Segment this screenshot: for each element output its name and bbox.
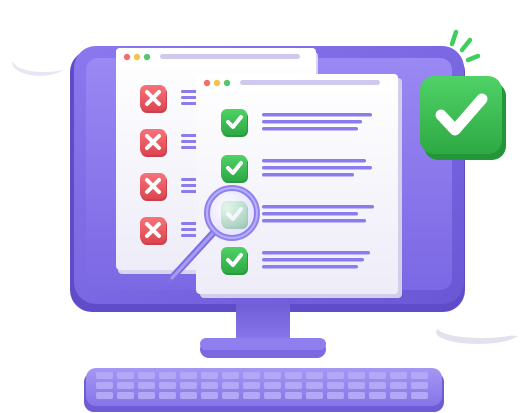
keyboard-key xyxy=(243,382,260,389)
keyboard-key xyxy=(138,372,155,379)
keyboard-key xyxy=(390,382,407,389)
keyboard-key xyxy=(327,392,344,399)
keyboard-key xyxy=(306,372,323,379)
window-dot-yellow xyxy=(213,79,221,87)
keyboard-key xyxy=(180,392,197,399)
keyboard xyxy=(84,368,444,412)
keyboard-key xyxy=(411,372,428,379)
window-dot-green xyxy=(223,79,231,87)
text-line xyxy=(262,219,366,223)
keyboard-key xyxy=(117,382,134,389)
keyboard-key xyxy=(369,372,386,379)
keyboard-key xyxy=(306,392,323,399)
text-line xyxy=(262,212,358,216)
keyboard-key xyxy=(159,382,176,389)
text-line xyxy=(181,90,197,93)
keyboard-key xyxy=(369,382,386,389)
text-line xyxy=(181,222,197,225)
keyboard-key xyxy=(411,392,428,399)
text-line xyxy=(262,127,358,131)
text-line xyxy=(181,190,197,193)
illustration-svg xyxy=(10,26,526,412)
text-line xyxy=(181,228,197,231)
text-line xyxy=(262,166,372,170)
keyboard-key xyxy=(411,382,428,389)
keyboard-key xyxy=(264,392,281,399)
keyboard-key xyxy=(390,392,407,399)
keyboard-key xyxy=(96,392,113,399)
keyboard-key xyxy=(285,392,302,399)
window-dot-green xyxy=(143,53,151,61)
monitor-stand xyxy=(200,304,326,358)
keyboard-key xyxy=(243,372,260,379)
keyboard-key xyxy=(306,382,323,389)
keyboard-key xyxy=(201,372,218,379)
text-line xyxy=(262,205,374,209)
window-dot-red xyxy=(203,79,211,87)
window-dot-red xyxy=(123,53,131,61)
keyboard-key xyxy=(117,372,134,379)
keyboard-key xyxy=(96,372,113,379)
keyboard-key xyxy=(264,382,281,389)
keyboard-key xyxy=(222,372,239,379)
keyboard-key xyxy=(222,382,239,389)
text-line xyxy=(181,234,197,237)
text-line xyxy=(181,178,197,181)
keyboard-key xyxy=(285,372,302,379)
keyboard-key xyxy=(180,382,197,389)
keyboard-key xyxy=(285,382,302,389)
text-line xyxy=(262,265,358,269)
keyboard-key xyxy=(348,372,365,379)
text-line xyxy=(181,140,197,143)
keyboard-key xyxy=(159,392,176,399)
keyboard-key xyxy=(369,392,386,399)
keyboard-key xyxy=(138,392,155,399)
text-line xyxy=(181,184,197,187)
keyboard-key xyxy=(201,382,218,389)
text-line xyxy=(262,251,370,255)
keyboard-key xyxy=(243,392,260,399)
text-line xyxy=(262,113,372,117)
success-badge xyxy=(420,76,506,160)
keyboard-key xyxy=(222,392,239,399)
keyboard-key xyxy=(390,372,407,379)
text-line xyxy=(181,102,197,105)
keyboard-key xyxy=(348,382,365,389)
keyboard-key xyxy=(201,392,218,399)
keyboard-key xyxy=(348,392,365,399)
text-line xyxy=(181,134,197,137)
text-line xyxy=(262,258,364,262)
keyboard-key xyxy=(264,372,281,379)
keyboard-key xyxy=(327,382,344,389)
keyboard-key xyxy=(159,372,176,379)
keyboard-key xyxy=(96,382,113,389)
window-dot-yellow xyxy=(133,53,141,61)
cloud-top-left xyxy=(10,26,77,76)
text-line xyxy=(181,146,197,149)
text-line xyxy=(262,173,354,177)
text-line xyxy=(262,159,366,163)
keyboard-key xyxy=(180,372,197,379)
illustration-stage xyxy=(0,0,529,413)
text-line xyxy=(181,96,197,99)
keyboard-key xyxy=(138,382,155,389)
keyboard-key xyxy=(327,372,344,379)
keyboard-key xyxy=(117,392,134,399)
text-line xyxy=(262,120,362,124)
